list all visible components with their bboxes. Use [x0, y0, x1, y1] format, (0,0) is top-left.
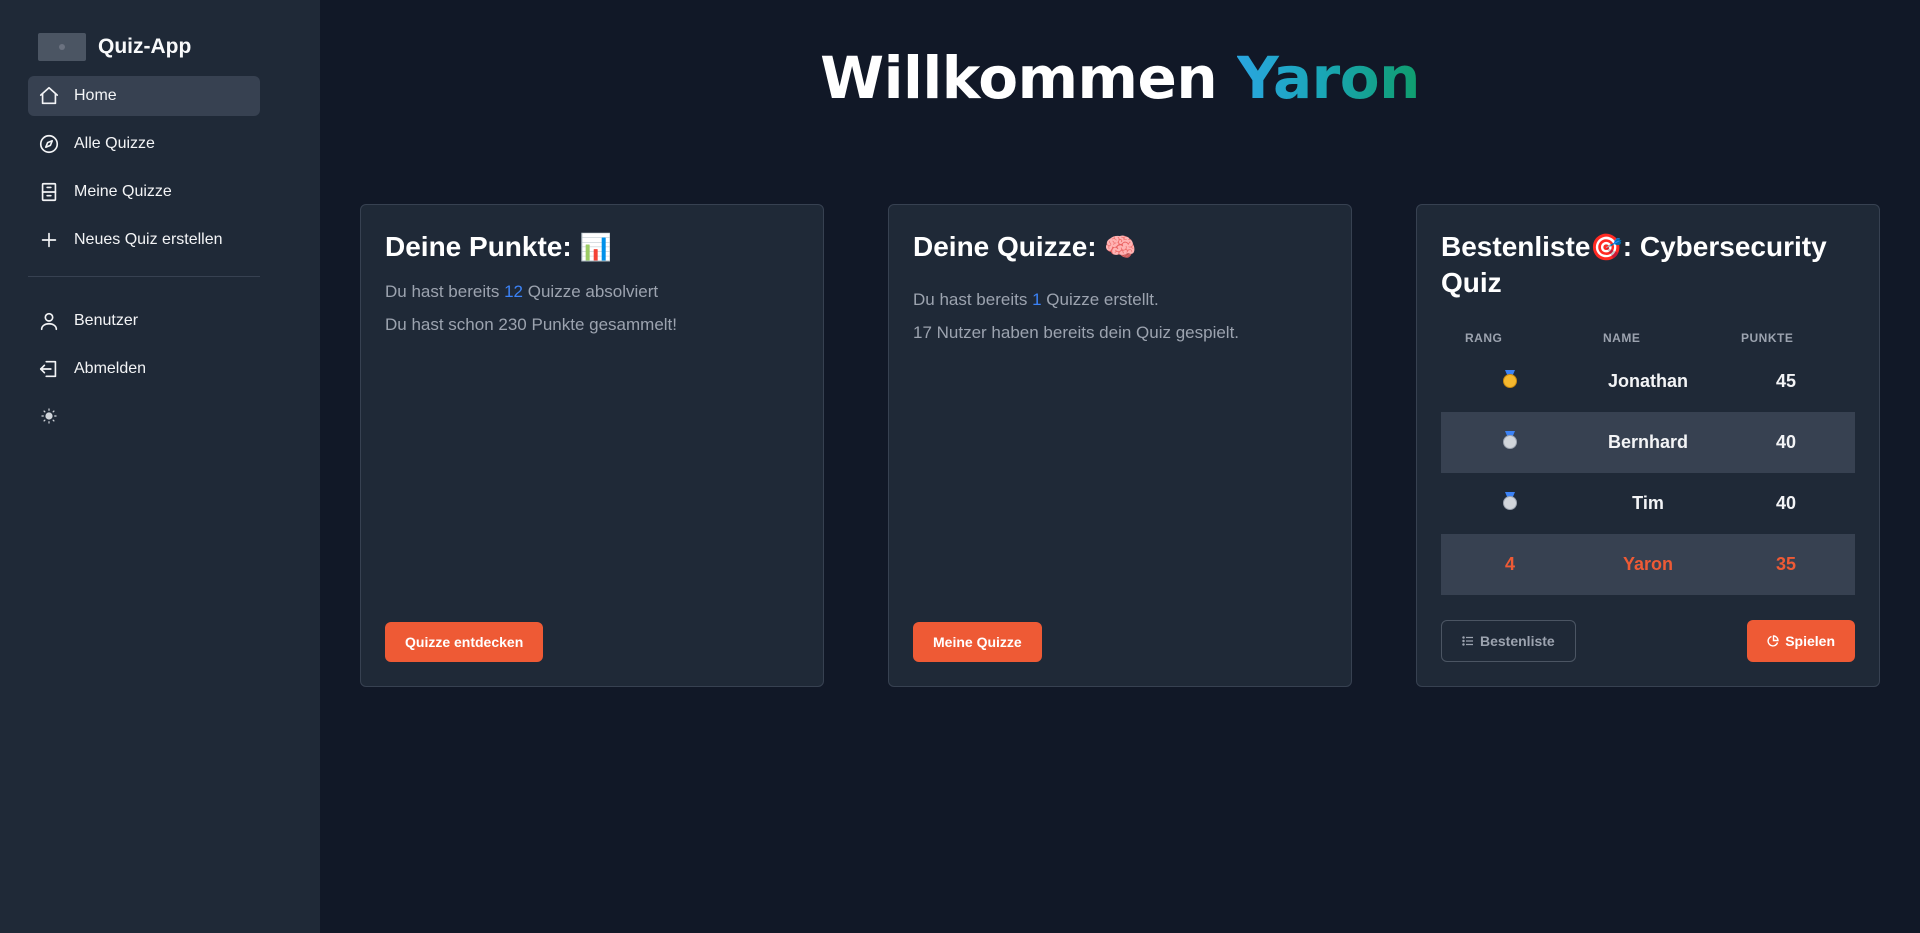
sidebar-item-home[interactable]: Home: [28, 76, 260, 116]
sidebar-divider: [28, 276, 260, 277]
my-quizzes-button[interactable]: Meine Quizze: [913, 622, 1042, 662]
sidebar-item-neues-quiz[interactable]: Neues Quiz erstellen: [28, 220, 260, 260]
name-cell: Yaron: [1622, 554, 1674, 574]
table-row: Bernhard 40: [1441, 412, 1855, 473]
quizzes-created-text: Du hast bereits 1 Quizze erstellt.: [913, 283, 1327, 316]
column-header: RANG: [1465, 331, 1503, 345]
pie-chart-icon: [1767, 635, 1779, 647]
name-cell: Jonathan: [1607, 371, 1688, 391]
greeting-text: Willkommen: [820, 44, 1218, 112]
name-cell: Bernhard: [1607, 432, 1688, 452]
brand[interactable]: Quiz-App: [28, 30, 292, 64]
table-row: Jonathan 45: [1441, 351, 1855, 412]
table-row: Tim 40: [1441, 473, 1855, 534]
username-text: Yaron: [1236, 44, 1421, 112]
plus-icon: [38, 229, 60, 251]
rank-cell: [1441, 370, 1579, 393]
completed-count: 12: [504, 282, 523, 301]
discover-quizzes-button[interactable]: Quizze entdecken: [385, 622, 544, 662]
sidebar-item-label: Home: [74, 87, 117, 104]
brain-icon: 🧠: [1104, 232, 1137, 262]
sidebar: Quiz-App Home Alle Quizze Meine Quizze N…: [0, 0, 320, 933]
archive-icon: [38, 181, 60, 203]
leaderboard-card: Bestenliste🎯: Cybersecurity Quiz RANG NA…: [1416, 204, 1880, 687]
card-title-text: Bestenliste: [1441, 231, 1591, 262]
bar-chart-icon: 📊: [579, 232, 612, 262]
card-title-text: Deine Quizze:: [913, 231, 1097, 262]
compass-icon: [38, 133, 60, 155]
user-icon: [38, 310, 60, 332]
column-header: PUNKTE: [1741, 331, 1794, 345]
rank-cell: [1441, 492, 1579, 515]
sidebar-item-label: Alle Quizze: [74, 135, 155, 152]
rank-cell: 4: [1504, 554, 1515, 574]
points-cell: 40: [1775, 432, 1797, 452]
text-part: Du hast bereits: [913, 290, 1028, 309]
sidebar-item-label: Abmelden: [74, 360, 147, 377]
card-title: Deine Punkte: 📊: [385, 229, 799, 265]
play-button[interactable]: Spielen: [1747, 620, 1855, 662]
app-logo: [38, 33, 86, 61]
button-label: Bestenliste: [1480, 633, 1555, 649]
button-label: Spielen: [1785, 633, 1835, 649]
sidebar-item-alle-quizze[interactable]: Alle Quizze: [28, 124, 260, 164]
sidebar-item-benutzer[interactable]: Benutzer: [28, 301, 260, 341]
points-collected-text: Du hast schon 230 Punkte gesammelt!: [385, 315, 677, 334]
sidebar-item-label: Neues Quiz erstellen: [74, 231, 223, 248]
points-cell: 40: [1775, 493, 1797, 513]
card-title: Deine Quizze: 🧠: [913, 229, 1327, 265]
table-row-current-user: 4 Yaron 35: [1441, 534, 1855, 595]
app-name: Quiz-App: [98, 35, 192, 58]
sun-icon[interactable]: [38, 405, 60, 427]
card-title-text: Deine Punkte:: [385, 231, 572, 262]
rank-cell: [1441, 431, 1579, 454]
main-content: Willkommen Yaron Deine Punkte: 📊 Du hast…: [320, 0, 1920, 933]
points-cell: 35: [1775, 554, 1797, 574]
sidebar-item-meine-quizze[interactable]: Meine Quizze: [28, 172, 260, 212]
page-title: Willkommen Yaron: [320, 44, 1920, 112]
name-cell: Tim: [1632, 493, 1664, 513]
table-header: RANG NAME PUNKTE: [1441, 331, 1855, 351]
silver-medal-icon: [1502, 431, 1518, 449]
text-part: Du hast bereits: [385, 282, 500, 301]
list-icon: [1462, 635, 1474, 647]
gold-medal-icon: [1502, 370, 1518, 388]
home-icon: [38, 85, 60, 107]
silver-medal-icon: [1502, 492, 1518, 510]
column-header: NAME: [1603, 331, 1641, 345]
leaderboard-title: Bestenliste🎯: Cybersecurity Quiz: [1441, 229, 1855, 301]
points-card: Deine Punkte: 📊 Du hast bereits 12 Quizz…: [360, 204, 824, 687]
my-quizzes-card: Deine Quizze: 🧠 Du hast bereits 1 Quizze…: [888, 204, 1352, 687]
created-count: 1: [1032, 290, 1042, 309]
leaderboard-actions: Bestenliste Spielen: [1441, 620, 1855, 662]
sidebar-item-abmelden[interactable]: Abmelden: [28, 349, 260, 389]
sidebar-item-label: Meine Quizze: [74, 183, 172, 200]
sidebar-item-label: Benutzer: [74, 312, 139, 329]
target-icon: 🎯: [1590, 232, 1623, 262]
logout-icon: [38, 358, 60, 380]
players-count-text: 17 Nutzer haben bereits dein Quiz gespie…: [913, 323, 1240, 342]
quizzes-completed-text: Du hast bereits 12 Quizze absolviert: [385, 275, 799, 308]
points-cell: 45: [1775, 371, 1797, 391]
leaderboard-button[interactable]: Bestenliste: [1441, 620, 1576, 662]
text-part: Quizze absolviert: [527, 282, 659, 301]
text-part: Quizze erstellt.: [1046, 290, 1159, 309]
